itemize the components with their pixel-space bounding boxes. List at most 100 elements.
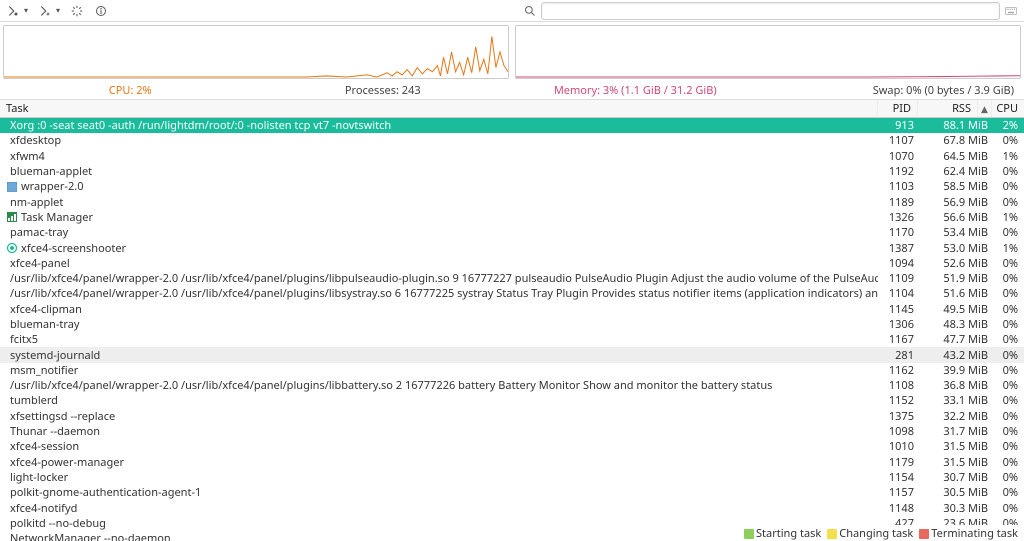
cell-pid: 1192 <box>878 164 918 179</box>
table-row[interactable]: nm-applet118956.9 MiB0% <box>0 194 1024 209</box>
cell-pid: 1148 <box>878 501 918 516</box>
table-row[interactable]: xfce4-notifyd 114830.3 MiB0% <box>0 500 1024 515</box>
cell-cpu: 0% <box>992 286 1024 301</box>
table-row[interactable]: xfwm4107064.5 MiB1% <box>0 149 1024 164</box>
run-dropdown-icon[interactable]: ▾ <box>56 5 60 16</box>
cell-cpu: 0% <box>992 470 1024 485</box>
legend-terminating-label: Terminating task <box>931 526 1018 541</box>
cell-cpu: 0% <box>992 256 1024 271</box>
table-row[interactable]: Xorg :0 -seat seat0 -auth /run/lightdm/r… <box>0 118 1024 133</box>
table-row[interactable]: polkit-gnome-authentication-agent-1 11573… <box>0 485 1024 500</box>
cell-cpu: 0% <box>992 439 1024 454</box>
task-name: xfce4-screenshooter <box>21 241 126 256</box>
graph-area <box>0 22 1024 82</box>
column-pid[interactable]: PID <box>878 100 918 117</box>
cell-rss: 39.9 MiB <box>918 363 992 378</box>
run-icon[interactable] <box>38 4 52 18</box>
table-row[interactable]: light-locker115430.7 MiB0% <box>0 470 1024 485</box>
cell-pid: 1157 <box>878 485 918 500</box>
cell-rss: 31.7 MiB <box>918 424 992 439</box>
table-row[interactable]: xfce4-session101031.5 MiB0% <box>0 439 1024 454</box>
cell-task: blueman-applet <box>0 164 878 179</box>
table-row[interactable]: Thunar --daemon109831.7 MiB0% <box>0 424 1024 439</box>
status-cpu: CPU: 2% <box>4 83 257 98</box>
cell-pid: 913 <box>878 118 918 133</box>
cell-task: wrapper-2.0 <box>0 179 878 194</box>
cell-cpu: 0% <box>992 455 1024 470</box>
cell-pid: 1375 <box>878 409 918 424</box>
cell-rss: 56.6 MiB <box>918 210 992 225</box>
cell-rss: 47.7 MiB <box>918 332 992 347</box>
legend-changing-label: Changing task <box>839 526 913 541</box>
table-row[interactable]: Task Manager132656.6 MiB1% <box>0 210 1024 225</box>
search-icon <box>523 5 537 17</box>
table-row[interactable]: xfce4-power-manager117931.5 MiB0% <box>0 455 1024 470</box>
cell-cpu: 0% <box>992 133 1024 148</box>
table-row[interactable]: wrapper-2.0110358.5 MiB0% <box>0 179 1024 194</box>
task-name: systemd-journald <box>10 348 100 363</box>
cell-task: msm_notifier <box>0 363 878 378</box>
cell-pid: 1098 <box>878 424 918 439</box>
cell-pid: 1103 <box>878 179 918 194</box>
table-row[interactable]: xfce4-clipman114549.5 MiB0% <box>0 302 1024 317</box>
exec-dropdown-icon[interactable]: ▾ <box>24 5 28 16</box>
task-name: xfce4-panel <box>10 256 70 271</box>
sort-indicator-icon[interactable]: ▲ <box>978 100 992 117</box>
task-name: tumblerd <box>10 393 58 408</box>
table-row[interactable]: xfce4-panel109452.6 MiB0% <box>0 256 1024 271</box>
taskmgr-icon <box>6 211 18 223</box>
cell-cpu: 0% <box>992 501 1024 516</box>
cell-cpu: 0% <box>992 195 1024 210</box>
table-row[interactable]: xfce4-screenshooter138753.0 MiB1% <box>0 240 1024 255</box>
cell-rss: 58.5 MiB <box>918 179 992 194</box>
cell-cpu: 0% <box>992 424 1024 439</box>
cell-task: xfsettingsd --replace <box>0 409 878 424</box>
table-row[interactable]: xfdesktop110767.8 MiB0% <box>0 133 1024 148</box>
status-bar: CPU: 2% Processes: 243 Memory: 3% (1.1 G… <box>0 82 1024 100</box>
column-cpu[interactable]: CPU <box>992 100 1024 117</box>
cell-task: pamac-tray <box>0 225 878 240</box>
task-name: xfce4-session <box>10 439 79 454</box>
info-icon[interactable] <box>94 4 108 18</box>
table-row[interactable]: systemd-journald28143.2 MiB0% <box>0 347 1024 362</box>
task-name: xfdesktop <box>10 133 61 148</box>
cell-cpu: 0% <box>992 348 1024 363</box>
cell-pid: 1179 <box>878 455 918 470</box>
generic-icon <box>6 181 18 193</box>
cell-task: /usr/lib/xfce4/panel/wrapper-2.0 /usr/li… <box>0 271 878 286</box>
task-name: Task Manager <box>21 210 93 225</box>
table-row[interactable]: pamac-tray117053.4 MiB0% <box>0 225 1024 240</box>
table-row[interactable]: fcitx5116747.7 MiB0% <box>0 332 1024 347</box>
table-row[interactable]: tumblerd115233.1 MiB0% <box>0 393 1024 408</box>
task-name: polkit-gnome-authentication-agent-1 <box>10 485 201 500</box>
cell-rss: 30.3 MiB <box>918 501 992 516</box>
table-row[interactable]: msm_notifier116239.9 MiB0% <box>0 363 1024 378</box>
table-row[interactable]: /usr/lib/xfce4/panel/wrapper-2.0 /usr/li… <box>0 378 1024 393</box>
exec-command-icon[interactable] <box>6 4 20 18</box>
cell-pid: 1306 <box>878 317 918 332</box>
cell-rss: 32.2 MiB <box>918 409 992 424</box>
settings-icon[interactable] <box>70 4 84 18</box>
toolbar: ▾ ▾ <box>0 0 1024 22</box>
search-input[interactable] <box>541 2 1000 20</box>
cell-cpu: 0% <box>992 485 1024 500</box>
task-name: xfce4-notifyd <box>10 501 77 516</box>
table-row[interactable]: blueman-applet119262.4 MiB0% <box>0 164 1024 179</box>
cell-task: xfwm4 <box>0 149 878 164</box>
column-task[interactable]: Task <box>0 100 878 117</box>
table-row[interactable]: /usr/lib/xfce4/panel/wrapper-2.0 /usr/li… <box>0 271 1024 286</box>
table-row[interactable]: xfsettingsd --replace137532.2 MiB0% <box>0 409 1024 424</box>
cell-rss: 53.4 MiB <box>918 225 992 240</box>
task-name: xfsettingsd --replace <box>10 409 115 424</box>
task-name: xfce4-power-manager <box>10 455 124 470</box>
table-row[interactable]: blueman-tray130648.3 MiB0% <box>0 317 1024 332</box>
column-rss[interactable]: RSS <box>918 100 978 117</box>
cell-pid: 1387 <box>878 241 918 256</box>
task-name: /usr/lib/xfce4/panel/wrapper-2.0 /usr/li… <box>10 378 772 393</box>
status-processes: Processes: 243 <box>257 83 510 98</box>
cell-rss: 30.5 MiB <box>918 485 992 500</box>
cell-cpu: 0% <box>992 179 1024 194</box>
table-row[interactable]: /usr/lib/xfce4/panel/wrapper-2.0 /usr/li… <box>0 286 1024 301</box>
cell-rss: 51.6 MiB <box>918 286 992 301</box>
cell-task: Xorg :0 -seat seat0 -auth /run/lightdm/r… <box>0 118 878 133</box>
